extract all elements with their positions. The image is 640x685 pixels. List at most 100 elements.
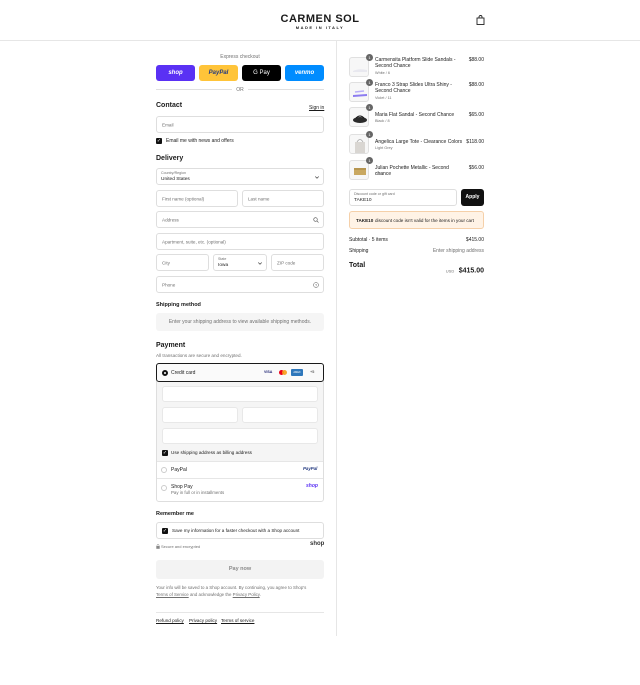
or-divider-left [156,89,232,90]
apartment-field[interactable]: Apartment, suite, etc. (optional) [156,233,324,250]
email-field[interactable]: Email [156,116,324,133]
shipping-method-message: Enter your shipping address to view avai… [168,319,312,325]
cart-item-name: Julian Pochette Metallic - Second chance [375,165,449,177]
help-icon[interactable]: ? [313,282,319,288]
credit-card-label: Credit card [171,370,196,376]
remember-me-box[interactable]: ✓ Save my information for a faster check… [156,522,324,539]
google-pay-button[interactable]: G Pay [242,65,281,81]
shop-pay-radio[interactable] [161,485,167,491]
sign-in-link[interactable]: Sign in [309,105,324,111]
delivery-title: Delivery [156,155,184,162]
paypal-radio[interactable] [161,467,167,473]
column-divider [336,41,337,636]
remember-me-checkbox[interactable]: ✓ [162,528,168,534]
state-label: State [218,257,227,261]
sandal-image [353,69,367,72]
paypal-button[interactable]: PayPal [199,65,238,81]
cart-item-variant: Gold [375,172,384,176]
product-thumbnail [349,134,369,154]
shipping-label: Shipping [349,248,369,254]
shop-pay-subtext: Pay in full or in installments [171,490,225,495]
paypal-logo: PayPal [303,466,318,471]
credit-card-option[interactable]: Credit card VISA AMEX +5 [156,363,324,382]
pochette-image [354,168,366,175]
cart-item-price: $56.00 [468,165,484,171]
first-name-field[interactable]: First name (optional) [156,190,238,207]
product-thumbnail [349,57,369,77]
billing-same-checkbox[interactable]: ✓ [162,450,168,456]
shop-pay-button[interactable]: shop [156,65,195,81]
shopping-bag-icon[interactable] [476,15,485,25]
address-field[interactable]: Address [156,211,324,228]
payment-title: Payment [156,342,186,349]
venmo-button[interactable]: venmo [285,65,324,81]
or-divider-right [248,89,324,90]
total-row-value: USD $415.00 [446,262,484,280]
quantity-badge: 1 [366,79,373,86]
chevron-down-icon [258,262,262,265]
card-name-field[interactable] [162,428,318,444]
cart-item-name: Franco 3 Strap Slides Ultra Shiny - Seco… [375,82,452,94]
chevron-down-icon [315,176,319,179]
discount-code-label: Discount code or gift card [354,192,395,196]
news-checkbox[interactable]: ✓ [156,138,162,144]
subtotal-label: Subtotal · 5 items [349,237,388,243]
legal-line-1: Your info will be saved to a Shop accoun… [156,585,307,590]
card-number-field[interactable] [162,386,318,402]
discount-code-value: TAKE10 [354,198,372,203]
country-select[interactable]: Country/Region United States [156,168,324,185]
privacy-policy-link[interactable]: Privacy policy [189,618,217,623]
header: CARMEN SOL MADE IN ITALY [0,0,640,41]
cart-item-price: $118.00 [466,139,484,145]
phone-placeholder: Phone [162,282,176,287]
search-icon [313,217,319,223]
shipping-method-notice: Enter your shipping address to view avai… [156,313,324,331]
amex-icon: AMEX [291,369,303,376]
svg-text:?: ? [315,283,317,287]
cart-item-price: $88.00 [468,82,484,88]
apply-discount-button[interactable]: Apply [461,189,484,206]
card-expiry-field[interactable] [162,407,238,423]
refund-policy-link[interactable]: Refund policy [156,618,184,623]
quantity-badge: 1 [366,131,373,138]
total-currency: USD [445,268,455,274]
shipping-value: Enter shipping address [432,248,484,254]
or-divider-text: OR [236,87,244,93]
last-name-placeholder: Last name [248,196,270,201]
city-field[interactable]: City [156,254,209,271]
pay-now-button[interactable]: Pay now [156,560,324,579]
terms-link[interactable]: Terms of Service [156,592,189,597]
discount-warning-code: TAKE10 [356,218,374,223]
shipping-method-title: Shipping method [156,302,201,308]
apartment-placeholder: Apartment, suite, etc. (optional) [162,239,226,244]
shop-logo: shop [310,541,325,547]
privacy-link[interactable]: Privacy Policy [233,592,260,597]
credit-card-radio[interactable] [162,370,168,376]
more-cards-badge: +5 [310,370,315,374]
quantity-badge: 1 [366,157,373,164]
payment-subtitle: All transactions are secure and encrypte… [156,353,242,358]
zip-field[interactable]: ZIP code [271,254,324,271]
shop-pay-option[interactable]: Shop Pay Pay in full or in installments … [157,479,323,501]
product-thumbnail [349,82,369,102]
contact-title: Contact [156,102,183,109]
paypal-label: PayPal [171,467,187,473]
paypal-option[interactable]: PayPal PayPal [157,462,323,478]
slide-image [353,90,367,97]
brand-logo[interactable]: CARMEN SOL MADE IN ITALY [0,13,640,30]
last-name-field[interactable]: Last name [242,190,324,207]
legal-end: . [259,592,261,597]
terms-of-service-link[interactable]: Terms of service [221,618,254,623]
cart-item-variant: Black / 8 [375,119,390,123]
brand-tagline: MADE IN ITALY [295,25,345,30]
cart-item-price: $65.00 [468,112,484,118]
quantity-badge: 1 [366,54,373,61]
discount-warning: TAKE10 discount code isn't valid for the… [349,211,484,229]
discount-code-field[interactable]: Discount code or gift card TAKE10 [349,189,457,206]
state-select[interactable]: State Iowa [213,254,267,271]
card-cvv-field[interactable] [242,407,318,423]
phone-field[interactable]: Phone ? [156,276,324,293]
total-value: $415.00 [458,267,484,275]
remember-me-title: Remember me [156,511,194,517]
cart-item-name: Carmensita Platform Slide Sandals - Seco… [375,57,456,69]
